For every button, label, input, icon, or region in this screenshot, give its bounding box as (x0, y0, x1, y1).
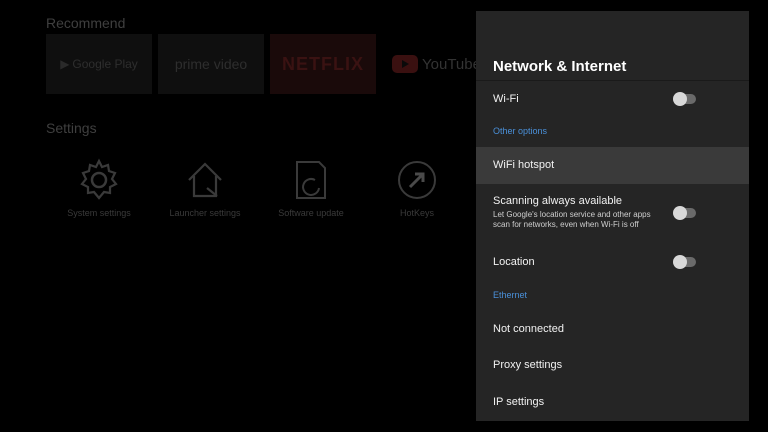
settings-item-hotkeys[interactable]: HotKeys (364, 158, 470, 218)
not-connected-label: Not connected (493, 323, 564, 335)
update-icon (296, 161, 326, 199)
ip-settings-row[interactable]: IP settings (476, 389, 749, 415)
settings-row: System settings Launcher settings Softwa… (46, 158, 470, 218)
not-connected-row[interactable]: Not connected (476, 316, 749, 342)
recommend-row: ▶ Google Play prime video NETFLIX YouTub… (46, 34, 488, 94)
settings-title: Settings (46, 120, 97, 136)
settings-item-system[interactable]: System settings (46, 158, 152, 218)
recommend-title: Recommend (46, 15, 126, 31)
google-play-icon: ▶ (60, 57, 70, 71)
toggle-knob (673, 206, 687, 220)
recommend-tile-google-play[interactable]: ▶ Google Play (46, 34, 152, 94)
youtube-icon (392, 55, 418, 73)
home-icon (188, 162, 222, 198)
wifi-hotspot-label: WiFi hotspot (493, 159, 555, 171)
proxy-settings-row[interactable]: Proxy settings (476, 352, 749, 378)
toggle-knob (673, 255, 687, 269)
hotkey-arrow-icon (398, 161, 436, 199)
location-toggle[interactable] (673, 255, 696, 269)
netflix-icon: NETFLIX (282, 53, 364, 74)
recommend-tile-youtube[interactable]: YouTube (382, 34, 488, 94)
scanning-label: Scanning always available (493, 195, 623, 207)
proxy-settings-label: Proxy settings (493, 359, 563, 371)
wifi-row[interactable]: Wi-Fi (476, 86, 749, 112)
recommend-tile-netflix[interactable]: NETFLIX (270, 34, 376, 94)
wifi-label: Wi-Fi (493, 93, 519, 105)
scanning-row[interactable]: Scanning always available Let Google's l… (476, 195, 749, 235)
recommend-tile-prime-video[interactable]: prime video (158, 34, 264, 94)
scanning-description-line-2: scan for networks, even when Wi-Fi is of… (493, 220, 639, 229)
settings-item-launcher[interactable]: Launcher settings (152, 158, 258, 218)
ethernet-header: Ethernet (493, 290, 528, 300)
location-label: Location (493, 256, 535, 268)
network-internet-panel: Network & Internet Wi-Fi Other options W… (476, 11, 749, 421)
scanning-description-line-1: Let Google's location service and other … (493, 210, 651, 219)
wifi-toggle[interactable] (673, 92, 696, 106)
gear-icon (80, 158, 118, 200)
location-row[interactable]: Location (476, 249, 749, 275)
settings-item-software-update[interactable]: Software update (258, 158, 364, 218)
wifi-hotspot-row[interactable]: WiFi hotspot (476, 147, 749, 184)
ip-settings-label: IP settings (493, 396, 545, 408)
toggle-knob (673, 92, 687, 106)
other-options-header: Other options (493, 126, 548, 136)
scanning-toggle[interactable] (673, 206, 696, 220)
panel-title: Network & Internet (493, 58, 627, 75)
prime-video-icon: prime video (174, 56, 248, 72)
